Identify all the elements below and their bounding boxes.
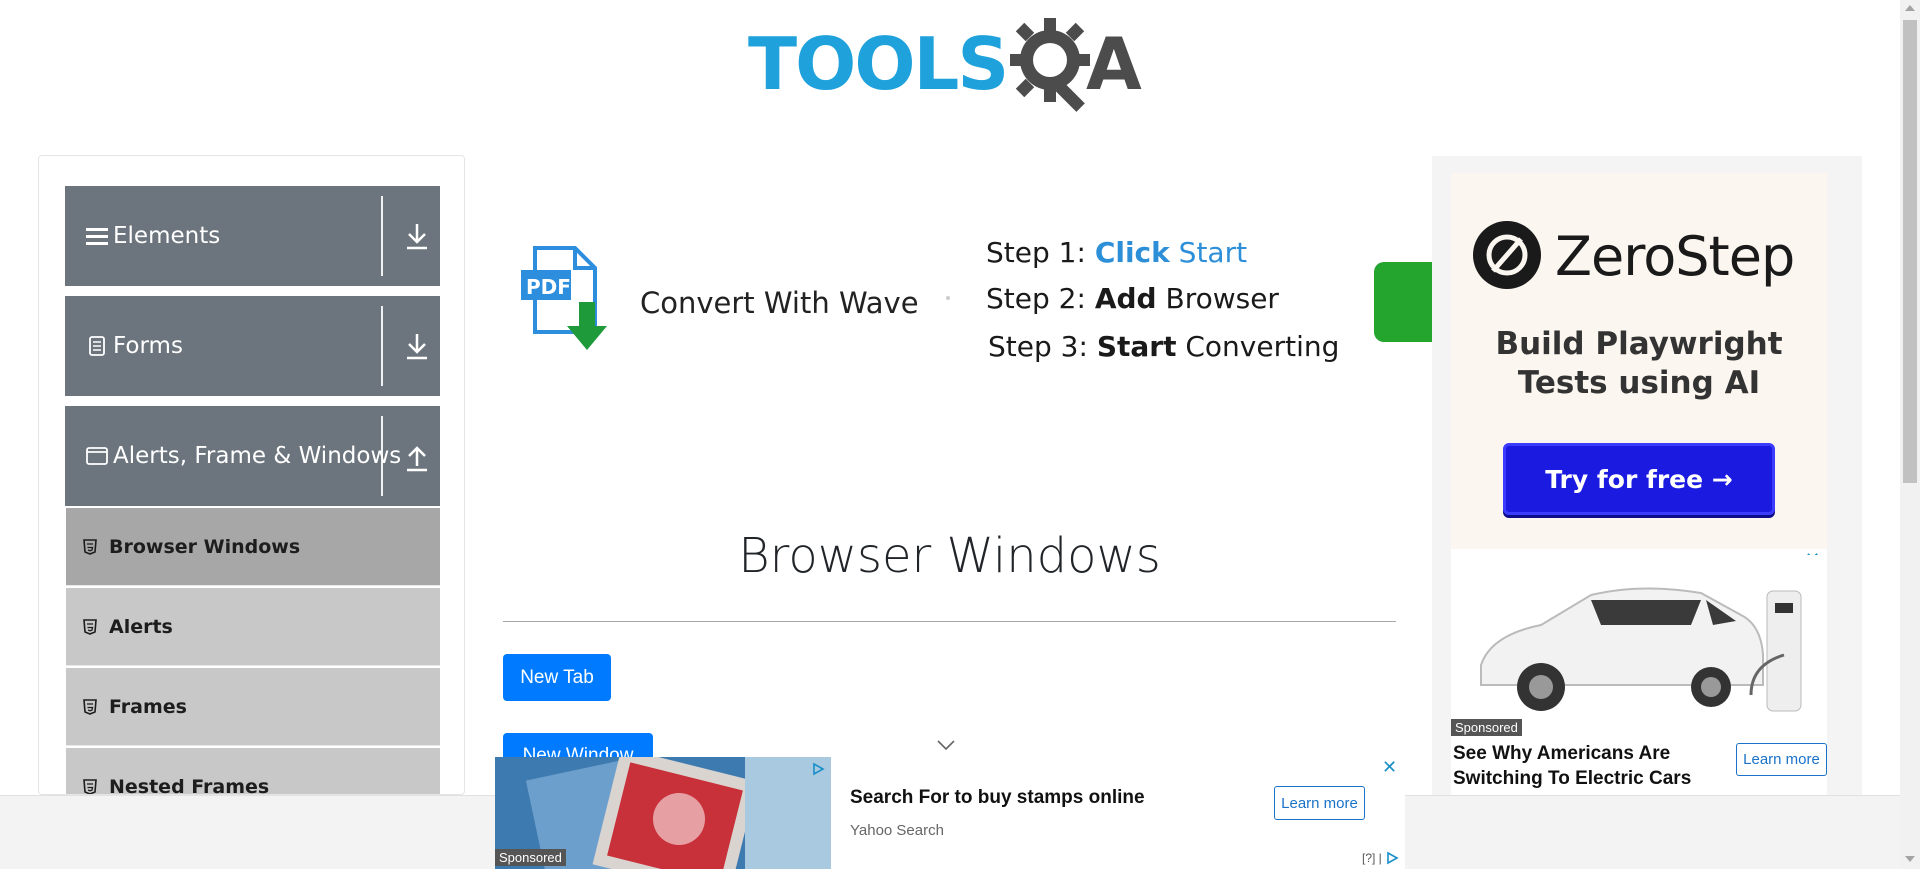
zerostep-logo-icon xyxy=(1473,221,1541,289)
banner-step-2: Step 2: Add Browser xyxy=(986,282,1279,315)
try-for-free-button[interactable]: Try for free → xyxy=(1503,443,1775,515)
sidebar-item-label: Browser Windows xyxy=(109,535,301,558)
scroll-up-arrow-icon[interactable] xyxy=(1905,5,1915,11)
chevron-down-icon[interactable] xyxy=(936,738,956,752)
bottom-ad[interactable]: Sponsored ✕ Search For to buy stamps onl… xyxy=(495,757,1405,869)
step-rest: Browser xyxy=(1156,282,1279,315)
html5-icon xyxy=(83,778,99,794)
sidebar-group-label: Elements xyxy=(113,223,221,249)
sponsored-label: Sponsored xyxy=(495,849,566,866)
sidebar-item-label: Alerts xyxy=(109,615,173,638)
pdf-download-icon: PDF xyxy=(521,246,607,350)
banner-step-1: Step 1: Click Start xyxy=(986,236,1247,269)
sidebar-item-alerts[interactable]: Alerts xyxy=(66,588,440,666)
tagline-line-2: Tests using AI xyxy=(1517,365,1761,401)
car-ad-headline[interactable]: See Why Americans Are Switching To Elect… xyxy=(1453,741,1723,791)
zerostep-brand: ZeroStep xyxy=(1555,225,1795,288)
zerostep-tagline: Build Playwright Tests using AI xyxy=(1451,325,1827,403)
sidebar: Elements Forms Alerts, Frame & Windows B… xyxy=(38,155,465,795)
divider xyxy=(381,196,383,276)
scrollbar-thumb[interactable] xyxy=(1903,20,1917,483)
divider xyxy=(381,416,383,496)
electric-car-image xyxy=(1451,555,1827,725)
scroll-down-arrow-icon[interactable] xyxy=(1905,856,1915,862)
step-bold: Start xyxy=(1096,330,1177,363)
pdf-label: PDF xyxy=(526,275,571,299)
sidebar-item-nested-frames[interactable]: Nested Frames xyxy=(66,748,440,795)
sidebar-group-label: Alerts, Frame & Windows xyxy=(113,443,402,469)
document-icon xyxy=(85,336,109,356)
adchoices-icon[interactable] xyxy=(811,762,825,776)
step-prefix: Step 2: xyxy=(986,282,1095,315)
bottom-ad-headline[interactable]: Search For to buy stamps online xyxy=(850,787,1145,809)
step-rest: Converting xyxy=(1176,330,1340,363)
title-divider xyxy=(503,621,1396,622)
zerostep-ad[interactable]: ZeroStep Build Playwright Tests using AI… xyxy=(1451,173,1827,549)
gear-magnifier-icon xyxy=(1010,18,1090,112)
new-tab-button[interactable]: New Tab xyxy=(503,654,611,701)
banner-ad[interactable]: PDF Convert With Wave Step 1: Click Star… xyxy=(510,230,1434,370)
window-icon xyxy=(85,447,109,465)
step-bold: Add xyxy=(1094,282,1157,315)
adchoices-icon[interactable] xyxy=(1385,851,1399,865)
bottom-ad-source: Yahoo Search xyxy=(850,822,944,839)
page-scrollbar[interactable] xyxy=(1900,0,1920,869)
step-prefix: Step 3: xyxy=(988,330,1097,363)
step-prefix: Step 1: xyxy=(986,236,1095,269)
divider xyxy=(381,306,383,386)
banner-title: Convert With Wave xyxy=(640,286,919,320)
sidebar-group-forms[interactable]: Forms xyxy=(65,296,440,396)
separator-dot xyxy=(946,296,950,300)
banner-start-button[interactable] xyxy=(1374,262,1434,342)
sponsored-label: Sponsored xyxy=(1451,719,1522,736)
banner-step-3: Step 3: Start Converting xyxy=(988,330,1339,363)
tagline-line-1: Build Playwright xyxy=(1495,326,1783,362)
sidebar-item-browser-windows[interactable]: Browser Windows xyxy=(66,508,440,586)
toolsqa-logo[interactable]: TOOLS A xyxy=(748,18,1154,114)
hamburger-icon xyxy=(85,227,109,245)
upload-arrow-icon xyxy=(407,446,427,472)
sidebar-item-label: Frames xyxy=(109,695,187,718)
learn-more-button[interactable]: Learn more xyxy=(1736,743,1827,776)
sidebar-group-label: Forms xyxy=(113,333,183,359)
sidebar-group-alerts-frame-windows[interactable]: Alerts, Frame & Windows xyxy=(65,406,440,506)
sidebar-item-label: Nested Frames xyxy=(109,775,270,795)
sidebar-item-frames[interactable]: Frames xyxy=(66,668,440,746)
html5-icon xyxy=(83,538,99,555)
learn-more-button[interactable]: Learn more xyxy=(1274,786,1365,820)
sidebar-group-elements[interactable]: Elements xyxy=(65,186,440,286)
car-ad[interactable]: ✕ Sponsored See Why Americans Are Switch… xyxy=(1451,549,1827,796)
page-title: Browser Windows xyxy=(738,528,1161,584)
step-bold: Click xyxy=(1094,236,1170,269)
step-rest: Start xyxy=(1169,236,1248,269)
html5-icon xyxy=(83,698,99,715)
logo-text-a: A xyxy=(1086,22,1142,106)
html5-icon xyxy=(83,618,99,635)
close-icon[interactable]: ✕ xyxy=(1382,757,1397,778)
download-arrow-icon xyxy=(407,334,427,360)
logo-text: TOOLS xyxy=(748,22,1009,106)
download-arrow-icon xyxy=(407,224,427,250)
ad-info-label[interactable]: [?] | xyxy=(1362,851,1382,865)
